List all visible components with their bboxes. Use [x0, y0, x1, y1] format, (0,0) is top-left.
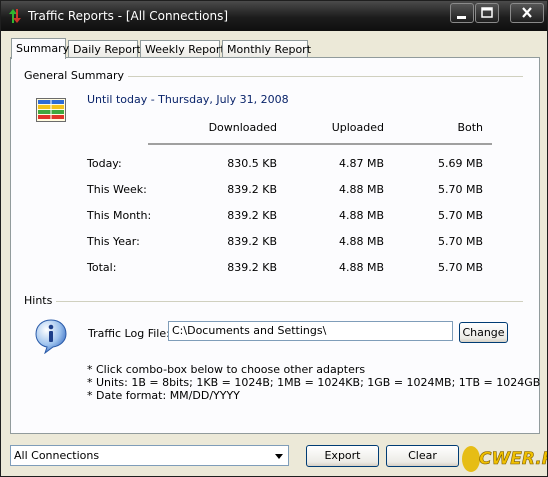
tab-monthly-report[interactable]: Monthly Report [222, 40, 312, 57]
adapter-selected-value: All Connections [14, 449, 100, 462]
tab-summary-label: Summary [16, 42, 70, 55]
cell-month-uploaded: 4.88 MB [338, 209, 384, 222]
info-icon [35, 319, 67, 354]
watermark-text: CWER.RU [479, 449, 548, 469]
adapter-combo-box[interactable]: All Connections [10, 445, 289, 466]
column-header-downloaded: Downloaded [208, 121, 277, 134]
cell-total-both: 5.70 MB [437, 261, 483, 274]
tab-weekly-report-label: Weekly Report [145, 43, 225, 56]
maximize-button[interactable] [475, 3, 499, 23]
cell-year-uploaded: 4.88 MB [338, 235, 384, 248]
tab-daily-report-label: Daily Report [73, 43, 141, 56]
cell-today-uploaded: 4.87 MB [338, 157, 384, 170]
cell-year-both: 5.70 MB [437, 235, 483, 248]
calendar-icon [36, 98, 66, 122]
cell-total-uploaded: 4.88 MB [338, 261, 384, 274]
maximize-icon [481, 7, 493, 18]
export-button[interactable]: Export [306, 445, 379, 467]
traffic-arrows-icon [9, 9, 21, 23]
cell-total-downloaded: 839.2 KB [227, 261, 277, 274]
cell-year-downloaded: 839.2 KB [227, 235, 277, 248]
cell-today-downloaded: 830.5 KB [227, 157, 277, 170]
change-button[interactable]: Change [459, 322, 508, 343]
close-icon [522, 7, 532, 18]
row-label-this-week: This Week: [87, 183, 147, 196]
hints-divider [53, 301, 523, 302]
tab-weekly-report[interactable]: Weekly Report [140, 40, 225, 57]
cell-week-downloaded: 839.2 KB [227, 183, 277, 196]
traffic-log-path-field[interactable]: C:\Documents and Settings\ [168, 321, 453, 341]
hint-date-format: * Date format: MM/DD/YYYY [87, 389, 240, 402]
watermark-logo: CWER.RU [462, 446, 548, 472]
cell-week-both: 5.70 MB [437, 183, 483, 196]
traffic-log-label: Traffic Log File: [88, 327, 170, 340]
hints-label: Hints [24, 294, 57, 307]
chevron-down-icon[interactable] [272, 449, 286, 463]
minimize-button[interactable] [450, 3, 474, 23]
row-label-today: Today: [87, 157, 122, 170]
minimize-icon [457, 16, 466, 19]
cell-month-downloaded: 839.2 KB [227, 209, 277, 222]
summary-date: Until today - Thursday, July 31, 2008 [87, 93, 289, 106]
tab-monthly-report-label: Monthly Report [227, 43, 312, 56]
cell-week-uploaded: 4.88 MB [338, 183, 384, 196]
general-summary-label: General Summary [24, 69, 129, 82]
cell-month-both: 5.70 MB [437, 209, 483, 222]
window-title: Traffic Reports - [All Connections] [28, 9, 229, 23]
general-summary-divider [107, 76, 523, 77]
cell-today-both: 5.69 MB [437, 157, 483, 170]
hint-units: * Units: 1B = 8bits; 1KB = 1024B; 1MB = … [87, 376, 541, 389]
hint-combo: * Click combo-box below to choose other … [87, 363, 366, 376]
tab-daily-report[interactable]: Daily Report [68, 40, 141, 57]
row-label-total: Total: [87, 261, 117, 274]
header-rule [148, 143, 492, 145]
traffic-reports-window: Traffic Reports - [All Connections] Summ… [0, 0, 548, 477]
title-bar[interactable]: Traffic Reports - [All Connections] [1, 1, 547, 31]
row-label-this-month: This Month: [87, 209, 152, 222]
close-button[interactable] [510, 3, 544, 23]
tab-summary[interactable]: Summary [11, 38, 70, 59]
row-label-this-year: This Year: [87, 235, 140, 248]
column-header-uploaded: Uploaded [331, 121, 384, 134]
column-header-both: Both [457, 121, 483, 134]
